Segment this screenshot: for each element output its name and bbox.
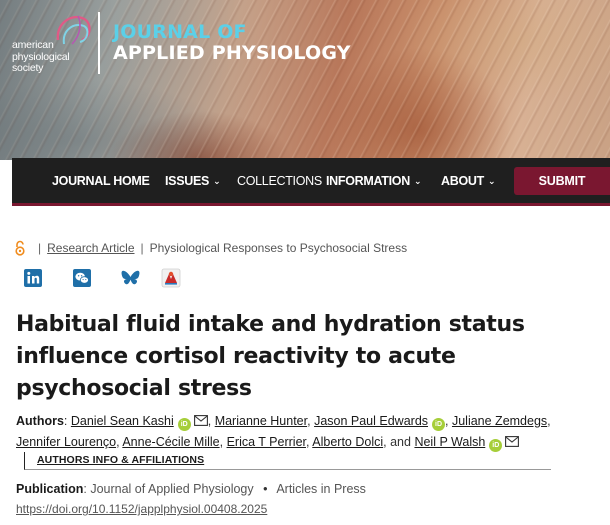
chevron-down-icon: ⌄	[413, 176, 422, 186]
mendeley-icon[interactable]	[161, 268, 181, 288]
wechat-icon[interactable]	[72, 268, 92, 288]
article-section[interactable]: Physiological Responses to Psychosocial …	[150, 241, 407, 255]
breadcrumb-separator: |	[38, 241, 42, 255]
authors-affiliations-toggle[interactable]: AUTHORS INFO & AFFILIATIONS	[24, 452, 551, 470]
nav-label: COLLECTIONS	[237, 174, 322, 188]
bluesky-icon[interactable]	[120, 268, 141, 288]
article-type-link[interactable]: Research Article	[47, 241, 134, 255]
journal-title[interactable]: JOURNAL OF APPLIED PHYSIOLOGY	[113, 22, 351, 64]
email-icon[interactable]	[193, 415, 208, 426]
aps-word: american	[12, 39, 54, 51]
author-link[interactable]: Neil P Walsh	[414, 435, 485, 449]
author-link[interactable]: Daniel Sean Kashi	[71, 414, 174, 428]
author-link[interactable]: Erica T Perrier	[227, 435, 306, 449]
orcid-icon[interactable]: iD	[177, 418, 191, 431]
nav-label: ISSUES	[165, 174, 210, 188]
nav-label: JOURNAL HOME	[52, 174, 150, 188]
nav-collections[interactable]: COLLECTIONS	[237, 174, 322, 188]
article-title: Habitual fluid intake and hydration stat…	[16, 312, 525, 401]
nav-journal-home[interactable]: JOURNAL HOME	[52, 174, 150, 188]
nav-information[interactable]: INFORMATION ⌄	[326, 174, 422, 188]
journal-title-line1: JOURNAL OF	[113, 21, 247, 43]
aps-wordmark: american physiological society	[12, 39, 70, 75]
author-link[interactable]: Juliane Zemdegs	[452, 414, 547, 428]
open-access-icon	[15, 240, 25, 256]
author-link[interactable]: Jennifer Lourenço	[16, 435, 116, 449]
linkedin-icon[interactable]	[23, 268, 43, 288]
nav-label: ABOUT	[441, 174, 484, 188]
authors-and: and	[390, 434, 411, 449]
nav-issues[interactable]: ISSUES ⌄	[165, 174, 221, 188]
author-link[interactable]: Anne-Cécile Mille	[122, 435, 219, 449]
nav-label: INFORMATION	[326, 174, 410, 188]
chevron-down-icon: ⌄	[213, 176, 221, 186]
author-link[interactable]: Alberto Dolci	[312, 435, 383, 449]
bullet-separator: •	[263, 482, 268, 496]
authors-block: Authors: Daniel Sean Kashi iD, Marianne H…	[16, 411, 576, 452]
author-link[interactable]: Jason Paul Edwards	[314, 414, 428, 428]
orcid-icon[interactable]: iD	[432, 418, 446, 431]
breadcrumb-separator: |	[140, 241, 144, 255]
publication-label: Publication	[16, 482, 84, 496]
logo-divider	[98, 12, 100, 74]
publication-journal[interactable]: Journal of Applied Physiology	[90, 482, 253, 496]
journal-title-line2: APPLIED PHYSIOLOGY	[113, 42, 351, 64]
affiliations-label: AUTHORS INFO & AFFILIATIONS	[37, 454, 205, 466]
publication-status: Articles in Press	[276, 482, 366, 496]
authors-label: Authors	[16, 414, 64, 428]
email-icon[interactable]	[505, 435, 520, 447]
orcid-icon[interactable]: iD	[489, 438, 503, 452]
breadcrumb: | Research Article | Physiological Respo…	[14, 240, 407, 256]
nav-about[interactable]: ABOUT ⌄	[441, 174, 496, 188]
main-nav: JOURNAL HOME ISSUES ⌄ COLLECTIONS INFORMA…	[12, 158, 610, 206]
doi-link[interactable]: https://doi.org/10.1152/japplphysiol.004…	[16, 502, 267, 516]
aps-logo[interactable]: american physiological society	[12, 10, 92, 76]
chevron-down-icon: ⌄	[487, 176, 496, 186]
journal-banner: american physiological society JOURNAL O…	[0, 0, 610, 160]
submit-button[interactable]: SUBMIT	[514, 167, 610, 195]
publication-info: Publication: Journal of Applied Physiolo…	[16, 482, 366, 496]
aps-word: society	[12, 62, 44, 74]
author-link[interactable]: Marianne Hunter	[215, 414, 307, 428]
